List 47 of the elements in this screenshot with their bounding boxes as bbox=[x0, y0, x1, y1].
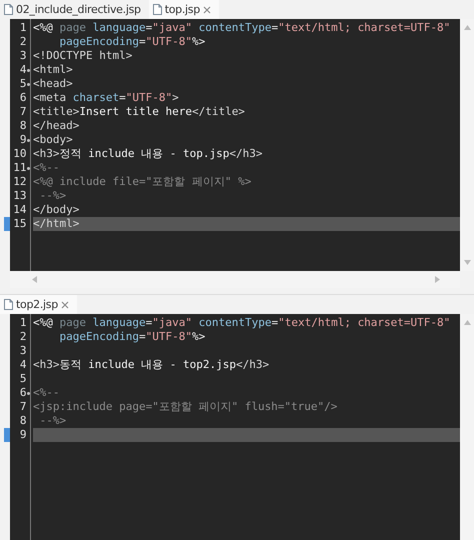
code-line: </body> bbox=[33, 203, 80, 217]
line-number: 3 bbox=[20, 344, 26, 358]
line-number: 11 bbox=[13, 161, 26, 175]
line-number: 9 bbox=[20, 428, 26, 442]
line-number: 6 bbox=[20, 386, 26, 400]
line-number: 10 bbox=[13, 147, 26, 161]
code-line: <%@ page language="java" contentType="text/html; charset=UTF-8" bbox=[33, 21, 452, 35]
code-line: --%> bbox=[38, 189, 68, 203]
code-line: </head> bbox=[33, 119, 80, 133]
line-number: 4 bbox=[20, 63, 26, 77]
line-number: 8 bbox=[20, 119, 26, 133]
line-number: 13 bbox=[13, 189, 26, 203]
code-line: <%-- bbox=[33, 386, 60, 400]
line-number: 1 bbox=[20, 316, 26, 330]
code-line: <html> bbox=[33, 63, 74, 77]
code-line: pageEncoding="UTF-8"%> bbox=[58, 330, 206, 344]
file-tab[interactable]: 02_include_directive.jsp bbox=[0, 0, 149, 19]
code-line: --%> bbox=[38, 414, 68, 428]
line-number: 7 bbox=[20, 400, 26, 414]
code-line: <jsp:include page="포함할 페이지" flush="true"/> bbox=[33, 400, 338, 414]
line-number: 9 bbox=[20, 133, 26, 147]
line-number: 4 bbox=[20, 358, 26, 372]
line-number: 7 bbox=[20, 105, 26, 119]
code-line: <!DOCTYPE html> bbox=[33, 49, 134, 63]
code-line: <title>Insert title here</title> bbox=[33, 105, 246, 119]
code-line: pageEncoding="UTF-8"%> bbox=[58, 35, 206, 49]
line-number: 3 bbox=[20, 49, 26, 63]
line-number: 1 bbox=[20, 21, 26, 35]
line-number: 5 bbox=[20, 77, 26, 91]
line-number: 6 bbox=[20, 91, 26, 105]
file-tab[interactable]: top.jsp bbox=[148, 0, 219, 19]
code-line: <h3>정적 include 내용 - top.jsp</h3> bbox=[33, 147, 264, 161]
line-number: 8 bbox=[20, 414, 26, 428]
code-line: <body> bbox=[33, 133, 74, 147]
line-number: 5 bbox=[20, 372, 26, 386]
code-line: <head> bbox=[33, 77, 74, 91]
line-number: 15 bbox=[13, 217, 26, 231]
line-number: 14 bbox=[13, 203, 26, 217]
line-number: 2 bbox=[20, 330, 26, 344]
line-number: 12 bbox=[13, 175, 26, 189]
code-line: <meta charset="UTF-8"> bbox=[33, 91, 180, 105]
file-tab[interactable]: top2.jsp bbox=[0, 295, 77, 314]
code-line: <%@ page language="java" contentType="text/html; charset=UTF-8" bbox=[33, 316, 452, 330]
code-line: <%-- bbox=[33, 161, 60, 175]
code-line: <%@ include file="포함할 페이지" %> bbox=[33, 175, 252, 189]
line-number: 2 bbox=[20, 35, 26, 49]
code-line: <h3>동적 include 내용 - top2.jsp</h3> bbox=[33, 358, 270, 372]
